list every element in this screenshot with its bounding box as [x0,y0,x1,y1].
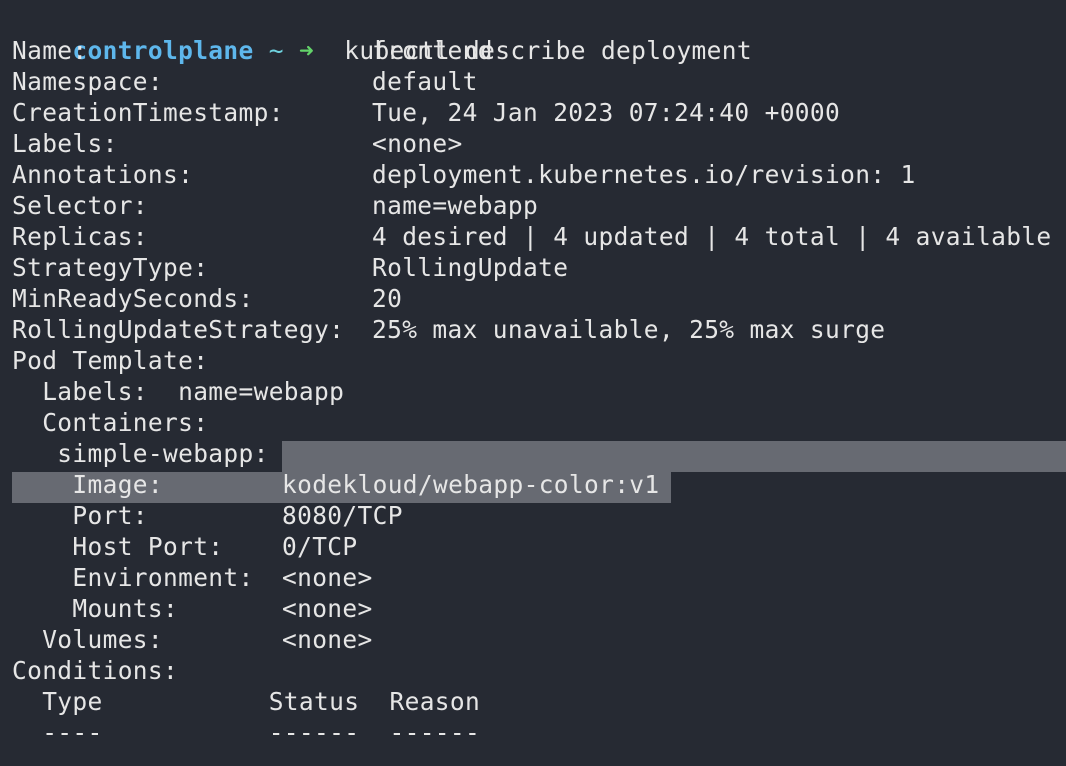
field-row: RollingUpdateStrategy: 25% max unavailabl… [12,314,885,345]
field-row: Replicas: 4 desired | 4 updated | 4 total… [12,221,1051,252]
container-field-row: Image: kodekloud/webapp-color:v1 [12,469,659,500]
field-key: RollingUpdateStrategy: [12,315,345,344]
field-value: frontend [372,36,493,65]
field-key: Namespace: [12,67,164,96]
text-selection-highlight [282,441,1066,472]
field-value: 20 [372,284,403,313]
field-row: Name: frontend [12,35,492,66]
prompt-hostname: controlplane [72,36,254,65]
volumes-key: Volumes: [12,625,164,654]
container-field-key: Environment: [12,563,254,592]
conditions-table-underline: ---- ------ ------ [12,718,481,747]
field-key: MinReadySeconds: [12,284,254,313]
field-value: <none> [372,129,463,158]
field-value: 4 desired | 4 updated | 4 total | 4 avai… [372,222,1052,251]
conditions-table-header: Type Status Reason [12,687,481,716]
prompt-arrow-icon: ➜ [298,36,315,65]
container-field-key: Mounts: [12,594,179,623]
container-field-value: 0/TCP [282,532,358,561]
field-value: deployment.kubernetes.io/revision: 1 [372,160,916,189]
field-key: Selector: [12,191,148,220]
terminal-window[interactable]: controlplane ~ ➜ kubectl describe deploy… [0,0,1066,766]
field-value: 25% max unavailable, 25% max surge [372,315,886,344]
field-value: Tue, 24 Jan 2023 07:24:40 +0000 [372,98,841,127]
container-field-value: <none> [282,594,373,623]
volumes-row: Volumes: <none> [12,624,372,655]
field-row: Annotations: deployment.kubernetes.io/rev… [12,159,915,190]
conditions-heading: Conditions: [12,656,179,685]
field-row: Labels: <none> [12,128,462,159]
container-field-value: kodekloud/webapp-color:v1 [282,470,660,499]
field-key: CreationTimestamp: [12,98,284,127]
field-row: Namespace: default [12,66,477,97]
field-value: default [372,67,478,96]
field-key: Name: [12,36,88,65]
container-field-key: Host Port: [12,532,224,561]
field-row: Selector: name=webapp [12,190,538,221]
container-field-row: Host Port: 0/TCP [12,531,357,562]
containers-heading: Containers: [12,408,209,437]
pod-labels-line: Labels: name=webapp [12,377,345,406]
field-key: Labels: [12,129,118,158]
prompt-path: ~ [268,36,284,65]
field-key: Annotations: [12,160,194,189]
container-field-row: Environment: <none> [12,562,372,593]
container-name: simple-webapp: [12,439,269,468]
pod-template-heading: Pod Template: [12,346,209,375]
field-key: Replicas: [12,222,148,251]
container-field-value: <none> [282,563,373,592]
field-value: RollingUpdate [372,253,569,282]
field-key: StrategyType: [12,253,209,282]
container-field-key: Image: [12,470,164,499]
volumes-value: <none> [282,625,373,654]
container-field-value: 8080/TCP [282,501,403,530]
field-row: MinReadySeconds: 20 [12,283,402,314]
container-field-key: Port: [12,501,148,530]
field-value: name=webapp [372,191,539,220]
prompt-line: controlplane ~ ➜ kubectl describe deploy… [12,4,752,65]
container-field-row: Mounts: <none> [12,593,372,624]
field-row: CreationTimestamp: Tue, 24 Jan 2023 07:24… [12,97,840,128]
field-row: StrategyType: RollingUpdate [12,252,568,283]
container-field-row: Port: 8080/TCP [12,500,402,531]
